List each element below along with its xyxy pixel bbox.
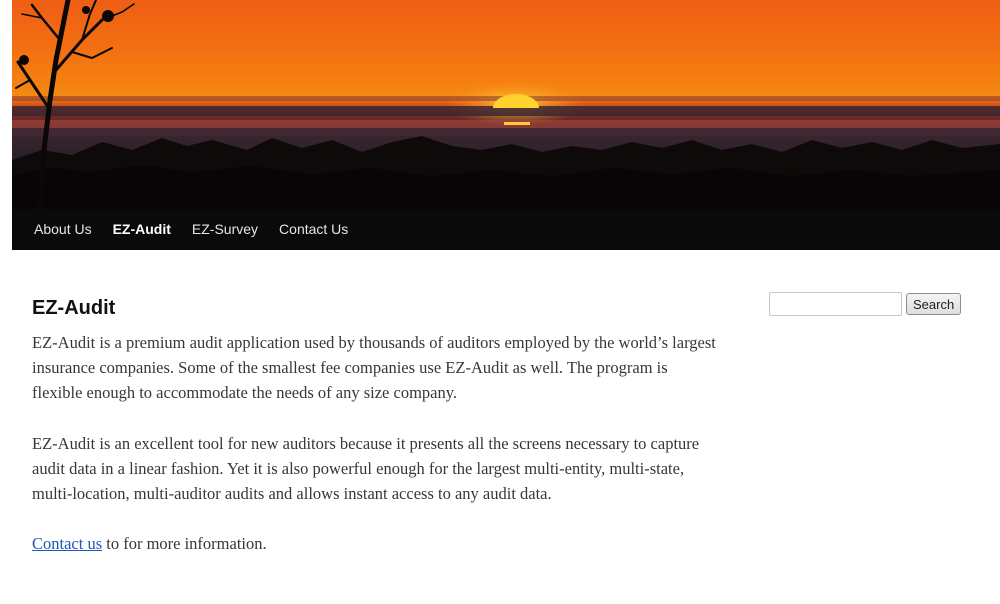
intro-paragraph: EZ-Audit is a premium audit application … bbox=[32, 333, 716, 403]
search-button[interactable]: Search bbox=[906, 293, 962, 315]
details-paragraph: EZ-Audit is an excellent tool for new au… bbox=[32, 433, 700, 504]
nav-item-contact-us[interactable]: Contact Us bbox=[269, 209, 359, 250]
page-title: EZ-Audit bbox=[32, 297, 116, 319]
page-left-margin bbox=[0, 0, 12, 250]
search-form: Search bbox=[769, 292, 962, 316]
site-header: About Us EZ-Audit EZ-Survey Contact Us bbox=[12, 0, 1000, 250]
header-banner-sunset-image bbox=[12, 0, 1000, 209]
contact-paragraph: Contact us to for more information. bbox=[32, 531, 722, 556]
nav-item-ez-survey[interactable]: EZ-Survey bbox=[181, 209, 268, 250]
contact-suffix-text: to for more information. bbox=[102, 534, 267, 554]
main-content: EZ-Audit EZ-Audit is a premium audit app… bbox=[32, 292, 722, 581]
search-input[interactable] bbox=[769, 292, 902, 316]
contact-us-link[interactable]: Contact us bbox=[32, 534, 102, 553]
nav-item-about-us[interactable]: About Us bbox=[12, 209, 102, 250]
nav-menu: About Us EZ-Audit EZ-Survey Contact Us bbox=[12, 209, 1000, 250]
nav-item-ez-audit[interactable]: EZ-Audit bbox=[102, 209, 181, 250]
main-navigation: About Us EZ-Audit EZ-Survey Contact Us bbox=[12, 209, 1000, 250]
